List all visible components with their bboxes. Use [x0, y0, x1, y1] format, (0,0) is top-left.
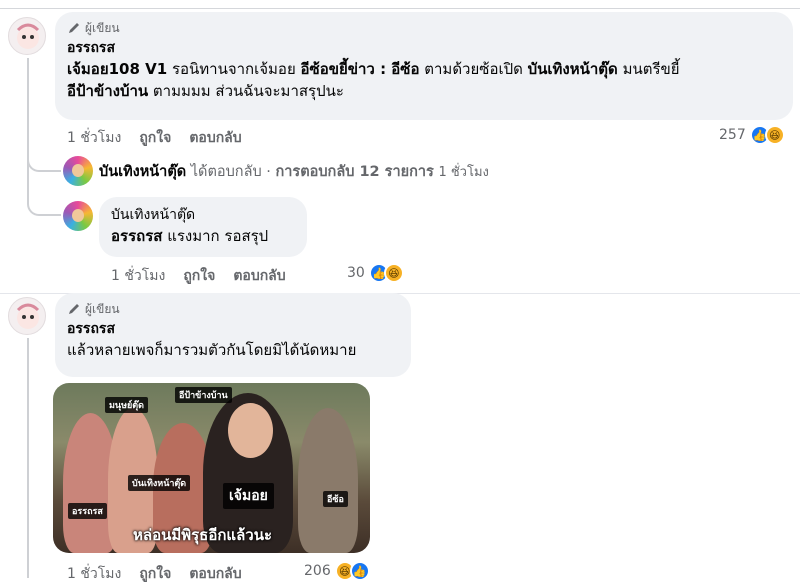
comment-bubble: ผู้เขียน อรรถรส แล้วหลายเพจก็มารวมตัวกัน…	[55, 293, 411, 377]
comment-text-part: มนตรีขยี้	[617, 60, 680, 78]
haha-icon: 😆	[764, 125, 785, 145]
author-badge: ผู้เขียน	[67, 20, 781, 36]
like-button[interactable]: ถูกใจ	[183, 265, 215, 287]
meme-face	[228, 403, 273, 458]
reaction-summary[interactable]: 30 👍 😆	[347, 263, 404, 283]
replier-name: บันเทิงหน้าตุ๊ด	[99, 164, 187, 180]
comment-text: เจ้มอย108 V1 รอนิทานจากเจ้มอย อีซ้อขยี้ข…	[67, 58, 781, 102]
thread-connector	[27, 170, 61, 216]
thread-connector	[27, 150, 61, 172]
like-icon: 👍	[349, 561, 370, 581]
author-avatar[interactable]	[8, 297, 46, 335]
author-badge-label: ผู้เขียน	[85, 21, 120, 35]
meme-label: บันเทิงหน้าตุ๊ด	[128, 475, 191, 491]
reply-button[interactable]: ตอบกลับ	[189, 127, 241, 149]
author-badge-label: ผู้เขียน	[85, 302, 120, 316]
reply-count: การตอบกลับ 12 รายการ	[275, 164, 434, 180]
author-avatar[interactable]	[8, 17, 46, 55]
replier-name[interactable]: บันเทิงหน้าตุ๊ด	[111, 205, 295, 225]
meme-label: อีซ้อ	[323, 491, 348, 507]
comment-text-part: ตามด้วยซ้อเปิด	[419, 60, 528, 78]
like-button[interactable]: ถูกใจ	[139, 563, 171, 585]
meme-figure	[298, 408, 358, 553]
reply-summary-time: 1 ชั่วโมง	[438, 165, 489, 180]
reply-actions: 1 ชั่วโมง ถูกใจ ตอบกลับ	[111, 265, 286, 287]
comment-text-part: รอนิทานจากเจ้มอย	[167, 60, 301, 78]
mention[interactable]: อรรถรส	[111, 227, 162, 245]
mention[interactable]: บันเทิงหน้าตุ๊ด	[528, 60, 618, 78]
reaction-summary[interactable]: 206 😆 👍	[304, 561, 370, 581]
reply-button[interactable]: ตอบกลับ	[233, 265, 285, 287]
pencil-icon	[69, 304, 79, 314]
timestamp[interactable]: 1 ชั่วโมง	[67, 563, 121, 585]
timestamp[interactable]: 1 ชั่วโมง	[67, 127, 121, 149]
reply-summary-text: ได้ตอบกลับ ·	[186, 164, 276, 180]
reaction-count: 257	[719, 127, 746, 143]
thread-line	[27, 338, 29, 578]
reaction-summary[interactable]: 257 👍 😆	[719, 125, 785, 145]
reaction-count: 30	[347, 265, 365, 281]
meme-label: มนุษย์ตุ๊ด	[105, 397, 148, 413]
comment-actions: 1 ชั่วโมง ถูกใจ ตอบกลับ	[67, 563, 242, 585]
commenter-name[interactable]: อรรถรส	[67, 319, 399, 339]
mention[interactable]: อีป้าข้างบ้าน	[67, 82, 148, 100]
comment-actions: 1 ชั่วโมง ถูกใจ ตอบกลับ	[67, 127, 242, 149]
haha-icon: 😆	[383, 263, 404, 283]
pencil-icon	[69, 23, 79, 33]
author-badge: ผู้เขียน	[67, 301, 399, 317]
meme-label: อีป้าข้างบ้าน	[175, 387, 232, 403]
reply-bubble: บันเทิงหน้าตุ๊ด อรรถรส แรงมาก รอสรุป	[99, 197, 307, 257]
page-avatar[interactable]	[63, 201, 93, 231]
reply-button[interactable]: ตอบกลับ	[189, 563, 241, 585]
comment-text-part: ตามมมม ส่วนฉันจะมาสรุปนะ	[148, 82, 344, 100]
mention[interactable]: อีซ้อขยี้ข่าว : อีซ้อ	[301, 60, 420, 78]
meme-image[interactable]: มนุษย์ตุ๊ด อีป้าข้างบ้าน บันเทิงหน้าตุ๊ด…	[53, 383, 370, 553]
replies-summary[interactable]: บันเทิงหน้าตุ๊ด ได้ตอบกลับ · การตอบกลับ …	[99, 160, 489, 183]
top-divider	[0, 8, 800, 9]
meme-label: เจ้มอย	[223, 483, 274, 509]
comment-text: แล้วหลายเพจก็มารวมตัวกันโดยมิได้นัดหมาย	[67, 341, 357, 359]
reply-text-part: แรงมาก รอสรุป	[162, 227, 269, 245]
page-avatar[interactable]	[63, 156, 93, 186]
meme-label: อรรถรส	[68, 503, 107, 519]
commenter-name[interactable]: อรรถรส	[67, 38, 781, 58]
mention[interactable]: เจ้มอย108 V1	[67, 60, 167, 78]
reaction-count: 206	[304, 563, 331, 579]
like-button[interactable]: ถูกใจ	[139, 127, 171, 149]
meme-caption: หล่อนมีพิรุธอีกแล้วนะ	[133, 526, 273, 544]
timestamp[interactable]: 1 ชั่วโมง	[111, 265, 165, 287]
reply-text: อรรถรส แรงมาก รอสรุป	[111, 225, 295, 247]
comment-bubble: ผู้เขียน อรรถรส เจ้มอย108 V1 รอนิทานจากเ…	[55, 12, 793, 120]
